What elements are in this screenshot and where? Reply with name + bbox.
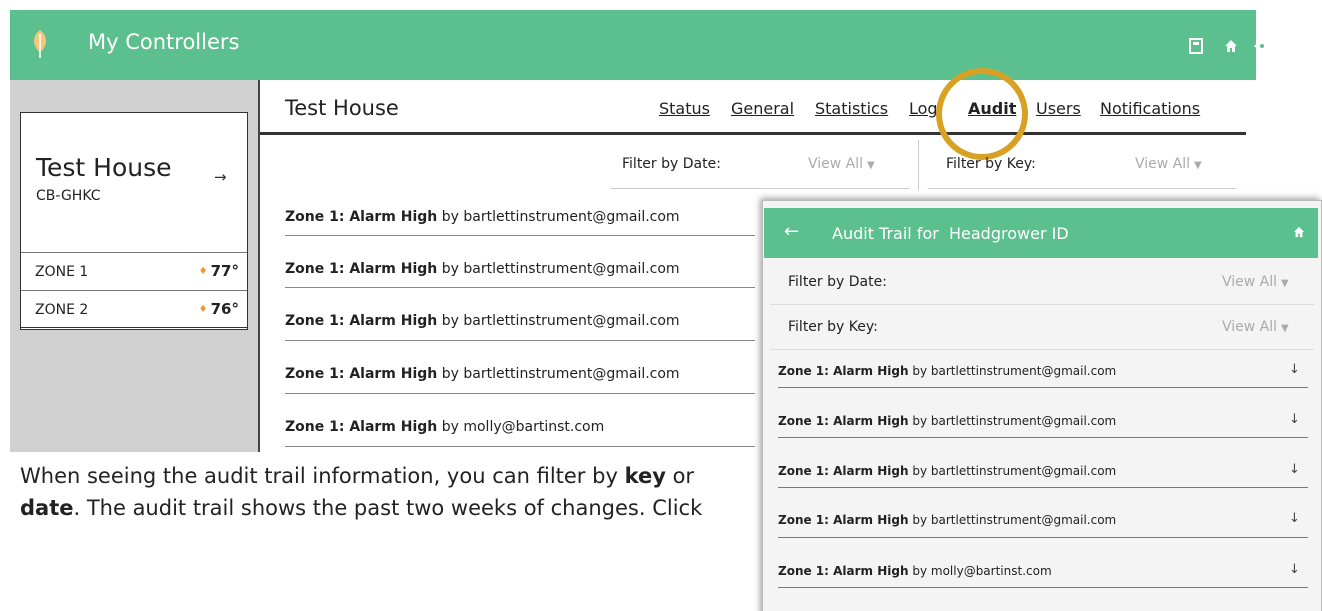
tab-statistics[interactable]: Statistics: [815, 99, 888, 118]
row-divider: [778, 487, 1308, 488]
home-icon[interactable]: [1293, 226, 1305, 241]
popup-filter-date-label: Filter by Date:: [788, 274, 887, 290]
row-divider: [285, 446, 755, 447]
tab-general[interactable]: General: [731, 99, 794, 118]
audit-row[interactable]: Zone 1: Alarm High by bartlettinstrument…: [285, 261, 680, 277]
panel-divider: [258, 80, 260, 452]
arrow-down-icon[interactable]: ↓: [1289, 362, 1300, 377]
filter-date-select[interactable]: View All ▼: [808, 156, 875, 172]
filter-key-select[interactable]: View All ▼: [1135, 156, 1202, 172]
arrow-down-icon[interactable]: ↓: [1289, 511, 1300, 526]
audit-row[interactable]: Zone 1: Alarm High by bartlettinstrument…: [285, 209, 680, 225]
popup-filter-key-label: Filter by Key:: [788, 319, 878, 335]
tab-log[interactable]: Log: [909, 99, 938, 118]
arrow-right-icon[interactable]: →: [214, 168, 227, 186]
row-divider: [285, 340, 755, 341]
filter-separator: [918, 140, 919, 190]
controller-id: CB-GHKC: [36, 188, 101, 204]
popup-filter-divider: [770, 349, 1314, 350]
audit-row[interactable]: Zone 1: Alarm High by bartlettinstrument…: [285, 366, 680, 382]
audit-row[interactable]: Zone 1: Alarm High by bartlettinstrument…: [285, 313, 680, 329]
popup-audit-row[interactable]: Zone 1: Alarm High by bartlettinstrument…: [778, 364, 1116, 378]
filter-key-label: Filter by Key:: [946, 156, 1036, 172]
tab-notifications[interactable]: Notifications: [1100, 99, 1200, 118]
zone-item[interactable]: ZONE 1 ♦ 77°: [21, 252, 247, 290]
row-divider: [285, 393, 755, 394]
tab-underline: [260, 132, 1246, 135]
instruction-text: When seeing the audit trail information,…: [20, 464, 703, 520]
zone-temp: ♦ 77°: [198, 262, 239, 280]
popup-audit-row[interactable]: Zone 1: Alarm High by bartlettinstrument…: [778, 464, 1116, 478]
caret-down-icon: ▼: [1281, 323, 1289, 334]
controller-name: Test House: [36, 153, 172, 182]
highlight-circle: [936, 68, 1028, 160]
popup-filter-divider: [770, 304, 1314, 305]
back-arrow-icon[interactable]: ←: [784, 221, 799, 242]
caret-down-icon: ▼: [1194, 160, 1202, 171]
filter-date-label: Filter by Date:: [622, 156, 721, 172]
zone-name: ZONE 1: [35, 264, 89, 280]
arrow-down-icon[interactable]: ↓: [1289, 412, 1300, 427]
row-divider: [778, 587, 1308, 588]
row-divider: [285, 287, 755, 288]
page-title: Test House: [285, 96, 399, 120]
popup-audit-row[interactable]: Zone 1: Alarm High by molly@bartinst.com: [778, 564, 1052, 578]
row-divider: [285, 235, 755, 236]
gear-icon[interactable]: [1252, 38, 1272, 58]
popup-title: Audit Trail for Headgrower ID: [832, 224, 1069, 243]
audit-trail-popup: [762, 200, 1322, 611]
arrow-down-icon[interactable]: ↓: [1289, 562, 1300, 577]
flame-icon: ♦: [198, 266, 208, 277]
leaf-logo-icon: [34, 30, 46, 58]
filter-date-underline: [610, 188, 910, 189]
row-divider: [778, 387, 1308, 388]
flame-icon: ♦: [198, 304, 208, 315]
popup-filter-key-select[interactable]: View All ▼: [1222, 319, 1289, 335]
zone-temp: ♦ 76°: [198, 300, 239, 318]
zone-name: ZONE 2: [35, 302, 89, 318]
row-divider: [778, 537, 1308, 538]
home-icon[interactable]: [1221, 38, 1241, 58]
caret-down-icon: ▼: [867, 160, 875, 171]
app-title: My Controllers: [88, 30, 240, 54]
filter-key-underline: [928, 188, 1236, 189]
caret-down-icon: ▼: [1281, 278, 1289, 289]
popup-audit-row[interactable]: Zone 1: Alarm High by bartlettinstrument…: [778, 414, 1116, 428]
tab-users[interactable]: Users: [1036, 99, 1081, 118]
popup-audit-row[interactable]: Zone 1: Alarm High by bartlettinstrument…: [778, 513, 1116, 527]
tab-status[interactable]: Status: [659, 99, 710, 118]
zone-item[interactable]: ZONE 2 ♦ 76°: [21, 290, 247, 328]
audit-row[interactable]: Zone 1: Alarm High by molly@bartinst.com: [285, 419, 604, 435]
calculator-icon[interactable]: [1186, 38, 1206, 58]
row-divider: [778, 437, 1308, 438]
arrow-down-icon[interactable]: ↓: [1289, 462, 1300, 477]
popup-filter-date-select[interactable]: View All ▼: [1222, 274, 1289, 290]
